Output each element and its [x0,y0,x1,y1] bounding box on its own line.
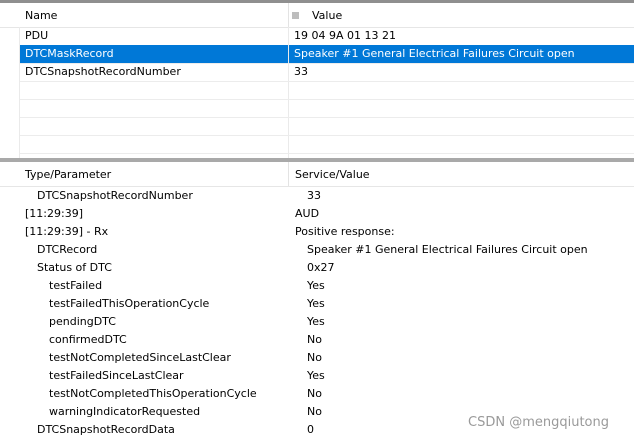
tree-row[interactable]: [11:29:39] - Rx Positive response: [0,223,634,241]
tree-row[interactable]: testFailedThisOperationCycle Yes [0,295,634,313]
tree-value: No [307,405,322,418]
tree-parameter: DTCSnapshotRecordData [37,423,175,436]
tree-value: Yes [307,279,325,292]
grid-empty-row[interactable] [20,81,634,100]
service-value-column-header[interactable]: Service/Value [295,168,370,181]
tree-value: Positive response: [295,225,395,238]
tree-header: Type/Parameter Service/Value [0,162,634,187]
tree-value: No [307,333,322,346]
tree-value: 0x27 [307,261,335,274]
column-marker-icon [292,12,299,19]
tree-value: Yes [307,297,325,310]
tree-row[interactable]: DTCSnapshotRecordNumber 33 [0,187,634,205]
tree-value: Yes [307,369,325,382]
grid-row[interactable]: DTCMaskRecord Speaker #1 General Electric… [20,45,634,64]
tree-parameter: testNotCompletedSinceLastClear [49,351,231,364]
tree-parameter: testFailedSinceLastClear [49,369,184,382]
tree-value: 0 [307,423,314,436]
grid-empty-row[interactable] [20,99,634,118]
tree-value: Yes [307,315,325,328]
tree-parameter: warningIndicatorRequested [49,405,201,418]
value-column-header[interactable]: Value [312,9,342,22]
tree-row[interactable]: DTCRecord Speaker #1 General Electrical F… [0,241,634,259]
tree-row[interactable]: Status of DTC 0x27 [0,259,634,277]
tree-parameter: testFailed [49,279,103,292]
row-value: Speaker #1 General Electrical Failures C… [294,47,575,60]
response-tree[interactable]: Type/Parameter Service/Value DTCSnapshot… [0,162,634,442]
tree-parameter: testNotCompletedThisOperationCycle [49,387,257,400]
column-separator[interactable] [288,3,289,27]
tree-parameter: testFailedThisOperationCycle [49,297,210,310]
column-separator[interactable] [288,162,289,186]
tree-parameter: pendingDTC [49,315,116,328]
row-value: 33 [294,65,308,78]
row-name: DTCMaskRecord [25,47,114,60]
tree-row[interactable]: confirmedDTC No [0,331,634,349]
watermark: CSDN @mengqiutong [468,415,609,430]
grid-empty-row[interactable] [20,117,634,136]
tree-parameter: Status of DTC [37,261,112,274]
tree-parameter: DTCSnapshotRecordNumber [37,189,193,202]
row-name: DTCSnapshotRecordNumber [25,65,181,78]
row-name: PDU [25,29,49,42]
tree-row[interactable]: pendingDTC Yes [0,313,634,331]
tree-parameter: [11:29:39] [25,207,83,220]
tree-value: Speaker #1 General Electrical Failures C… [307,243,588,256]
grid-row[interactable]: PDU 19 04 9A 01 13 21 [20,27,634,46]
tree-parameter: [11:29:39] - Rx [25,225,109,238]
tree-row[interactable]: testNotCompletedThisOperationCycle No [0,385,634,403]
parameter-grid[interactable]: Name Value PDU 19 04 9A 01 13 21 DTCMaskRe… [0,3,634,158]
tree-parameter: confirmedDTC [49,333,127,346]
tree-value: 33 [307,189,321,202]
tree-row[interactable]: testFailedSinceLastClear Yes [0,367,634,385]
tree-parameter: DTCRecord [37,243,98,256]
tree-row[interactable]: testFailed Yes [0,277,634,295]
grid-row[interactable]: DTCSnapshotRecordNumber 33 [20,63,634,82]
tree-row[interactable]: [11:29:39] AUD [0,205,634,223]
tree-value: No [307,387,322,400]
tree-row[interactable]: testNotCompletedSinceLastClear No [0,349,634,367]
tree-value: No [307,351,322,364]
type-parameter-column-header[interactable]: Type/Parameter [25,168,111,181]
grid-empty-row[interactable] [20,135,634,154]
grid-header: Name Value [0,3,634,28]
tree-value: AUD [295,207,320,220]
row-value: 19 04 9A 01 13 21 [294,29,396,42]
name-column-header[interactable]: Name [25,9,57,22]
